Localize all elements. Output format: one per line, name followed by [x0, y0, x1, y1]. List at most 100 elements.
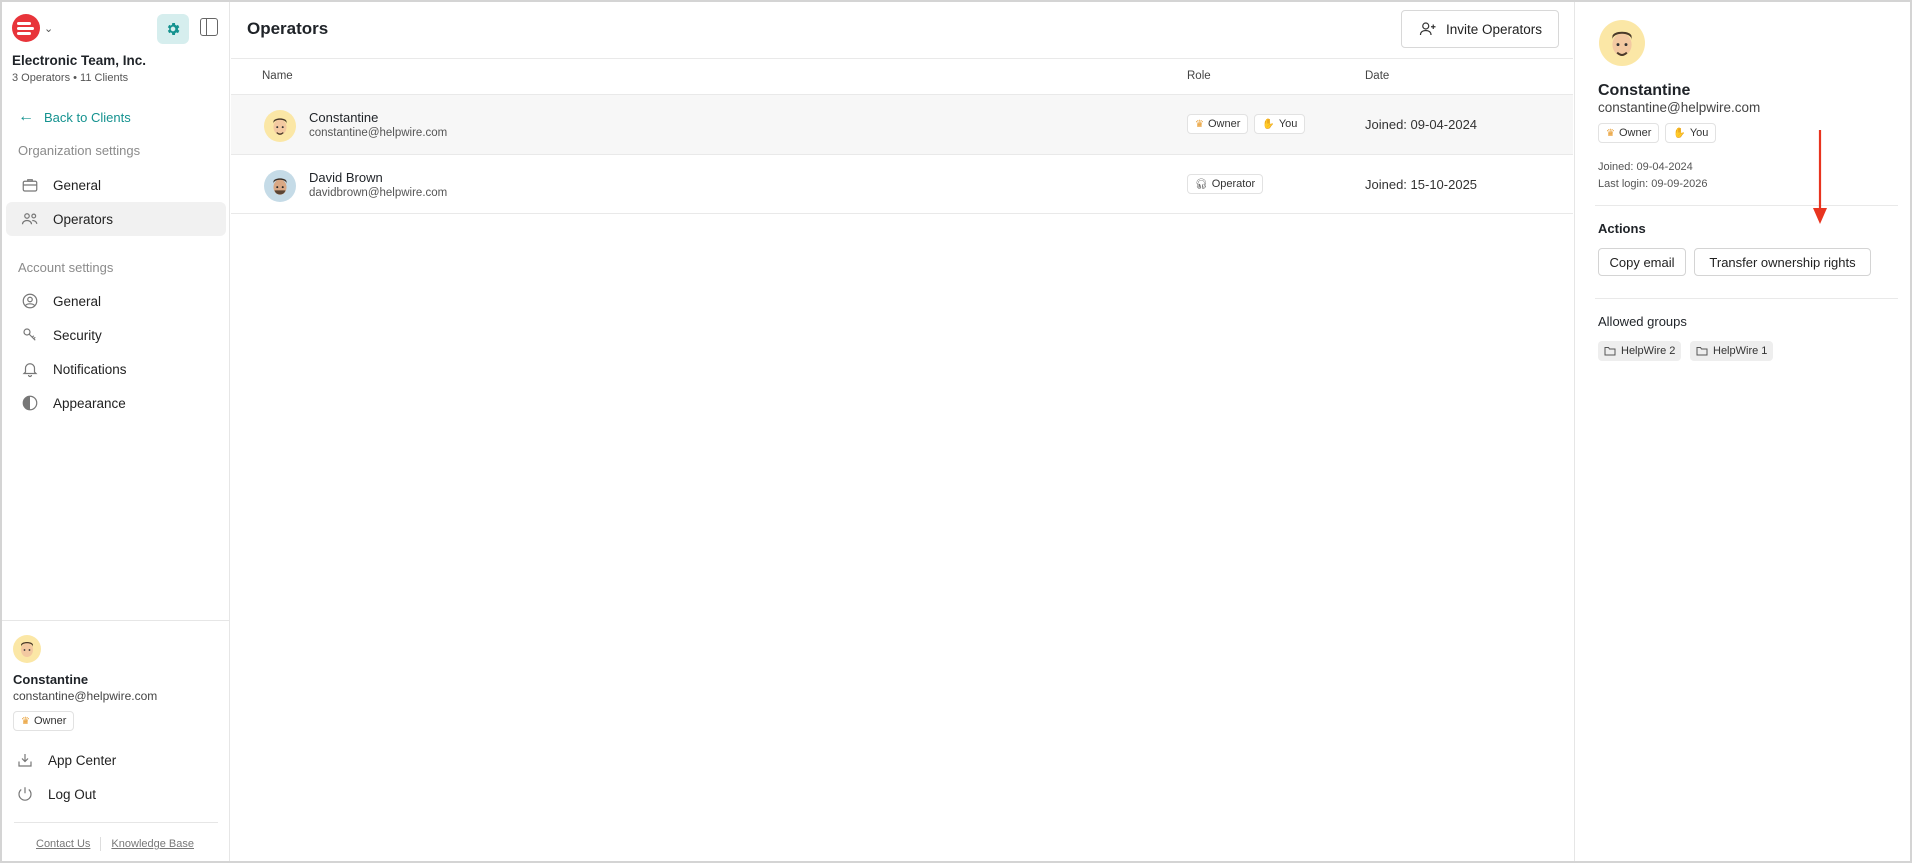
- detail-name: Constantine: [1598, 82, 1691, 99]
- hand-icon: ✋: [1673, 127, 1686, 139]
- arrow-left-icon: ←: [18, 108, 34, 125]
- account-settings-heading: Account settings: [18, 260, 114, 275]
- add-user-icon: [1419, 22, 1436, 36]
- current-user-email: constantine@helpwire.com: [13, 689, 158, 703]
- page-title: Operators: [247, 19, 329, 38]
- sidebar-item-label: Security: [53, 327, 102, 343]
- joined-date: Joined: 09-04-2024: [1598, 161, 1693, 173]
- copy-email-button[interactable]: Copy email: [1598, 248, 1686, 276]
- you-badge: ✋ You: [1665, 123, 1717, 143]
- knowledge-base-link[interactable]: Knowledge Base: [111, 838, 194, 850]
- role-badges: 🎧︎ Operator: [1187, 174, 1264, 194]
- avatar: [1599, 20, 1645, 66]
- operator-email: davidbrown@helpwire.com: [309, 187, 448, 199]
- transfer-ownership-button[interactable]: Transfer ownership rights: [1694, 248, 1871, 276]
- you-badge: ✋ You: [1254, 114, 1306, 134]
- owner-badge: ♛ Owner: [1187, 114, 1249, 134]
- sidebar-item-notifications[interactable]: Notifications: [6, 352, 226, 386]
- app-center-label: App Center: [48, 752, 117, 768]
- operators-main: Operators Invite Operators Name Role Dat…: [231, 2, 1573, 861]
- back-to-clients-label: Back to Clients: [44, 109, 131, 125]
- bell-icon: [20, 359, 40, 379]
- sidebar-item-security[interactable]: Security: [6, 318, 226, 352]
- operator-badge: 🎧︎ Operator: [1187, 174, 1264, 194]
- back-to-clients-link[interactable]: ← Back to Clients: [18, 109, 131, 125]
- briefcase-icon: [20, 175, 40, 195]
- headset-icon: 🎧︎: [1195, 178, 1208, 190]
- hand-icon: ✋: [1262, 118, 1275, 130]
- avatar: [13, 635, 41, 663]
- detail-role-badges: ♛ Owner ✋ You: [1598, 123, 1717, 143]
- crown-icon: ♛: [1195, 118, 1204, 130]
- footer-links: Contact Us Knowledge Base: [36, 837, 194, 851]
- table-row[interactable]: David Brown davidbrown@helpwire.com 🎧︎ O…: [231, 155, 1573, 214]
- table-row[interactable]: Constantine constantine@helpwire.com ♛ O…: [231, 95, 1573, 154]
- badge-label: Owner: [33, 715, 67, 727]
- column-header-date: Date: [1365, 70, 1390, 82]
- log-out-link[interactable]: Log Out: [16, 785, 96, 803]
- detail-divider: [1595, 298, 1898, 299]
- organization-meta: 3 Operators • 11 Clients: [12, 72, 129, 84]
- allowed-groups-heading: Allowed groups: [1598, 314, 1687, 329]
- group-label: HelpWire 1: [1713, 345, 1768, 357]
- settings-button[interactable]: [157, 14, 189, 44]
- group-label: HelpWire 2: [1621, 345, 1676, 357]
- footer-separator: [100, 837, 102, 851]
- sidebar-toggle-icon[interactable]: [200, 18, 218, 36]
- annotation-arrow-icon: [1813, 130, 1827, 224]
- sidebar-item-label: General: [53, 293, 102, 309]
- crown-icon: ♛: [1606, 127, 1615, 139]
- users-icon: [20, 209, 40, 229]
- last-login-date: Last login: 09-09-2026: [1598, 178, 1708, 190]
- badge-label: Owner: [1618, 127, 1652, 139]
- workspace-switcher[interactable]: ⌄: [12, 14, 53, 42]
- organization-settings-heading: Organization settings: [18, 143, 141, 158]
- gear-icon: [167, 23, 180, 35]
- header-divider: [231, 58, 1573, 59]
- current-user-name: Constantine: [13, 672, 89, 687]
- badge-label: Owner: [1207, 118, 1241, 130]
- column-header-name: Name: [262, 70, 293, 82]
- app-window: ⌄ Electronic Team, Inc. 3 Operators • 11…: [0, 0, 1912, 863]
- group-chip: HelpWire 2: [1598, 341, 1682, 361]
- badge-label: Operator: [1211, 178, 1256, 190]
- chevron-down-icon: ⌄: [44, 22, 54, 35]
- sidebar-item-label: Notifications: [53, 361, 127, 377]
- folder-icon: [1696, 347, 1708, 356]
- sidebar-footer-divider: [14, 822, 218, 823]
- owner-badge: ♛ Owner: [1598, 123, 1660, 143]
- owner-badge: ♛ Owner: [13, 711, 75, 731]
- avatar: [264, 170, 296, 202]
- column-header-role: Role: [1187, 70, 1211, 82]
- invite-operators-button[interactable]: Invite Operators: [1401, 10, 1559, 48]
- crown-icon: ♛: [21, 715, 30, 727]
- power-icon: [18, 787, 32, 801]
- sidebar-item-account-general[interactable]: General: [6, 284, 226, 318]
- download-icon: [18, 754, 32, 767]
- actions-heading: Actions: [1598, 221, 1646, 236]
- joined-date: Joined: 15-10-2025: [1365, 177, 1478, 192]
- app-center-link[interactable]: App Center: [16, 751, 116, 769]
- operator-email: constantine@helpwire.com: [309, 127, 448, 139]
- log-out-label: Log Out: [48, 786, 97, 802]
- contrast-icon: [20, 393, 40, 413]
- joined-date: Joined: 09-04-2024: [1365, 117, 1478, 132]
- detail-email: constantine@helpwire.com: [1598, 100, 1761, 115]
- shield-key-icon: [20, 325, 40, 345]
- badge-label: You: [1278, 118, 1298, 130]
- invite-operators-label: Invite Operators: [1445, 21, 1543, 37]
- group-chip: HelpWire 1: [1690, 341, 1774, 361]
- user-circle-icon: [20, 291, 40, 311]
- sidebar-item-org-general[interactable]: General: [6, 168, 226, 202]
- operator-name: David Brown: [309, 170, 383, 185]
- sidebar-item-label: General: [53, 177, 102, 193]
- detail-divider: [1595, 205, 1898, 206]
- sidebar-item-appearance[interactable]: Appearance: [6, 386, 226, 420]
- organization-name: Electronic Team, Inc.: [12, 53, 147, 68]
- badge-label: You: [1689, 127, 1709, 139]
- operator-name: Constantine: [309, 110, 379, 125]
- role-badges: ♛ Owner ✋ You: [1187, 114, 1306, 134]
- sidebar-item-operators[interactable]: Operators: [6, 202, 226, 236]
- contact-us-link[interactable]: Contact Us: [36, 838, 90, 850]
- helpwire-logo: [12, 14, 40, 42]
